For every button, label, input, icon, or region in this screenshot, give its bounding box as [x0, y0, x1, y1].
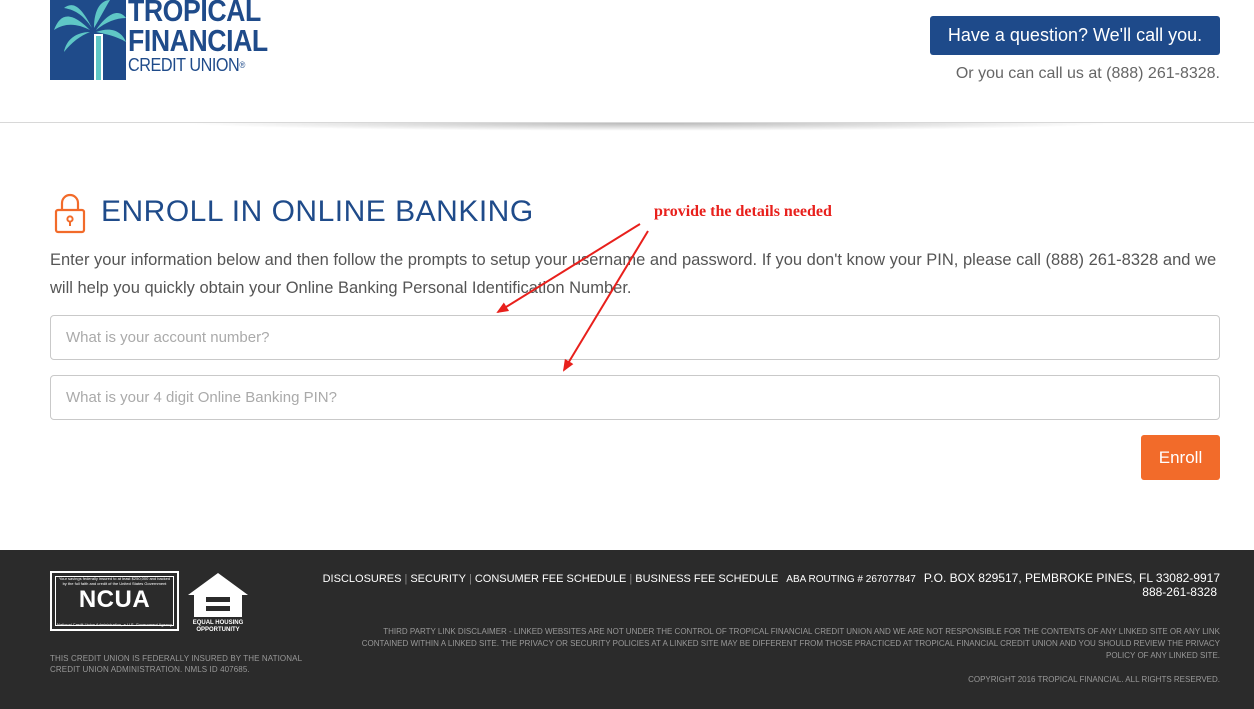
link-separator: | — [629, 573, 633, 585]
disclosures-link[interactable]: DISCLOSURES — [323, 573, 402, 585]
footer-links: DISCLOSURES | SECURITY | CONSUMER FEE SCHEDU… — [323, 571, 1220, 585]
page-title: ENROLL IN ONLINE BANKING — [101, 195, 534, 228]
palm-tree-icon — [50, 0, 126, 80]
pin-input[interactable] — [50, 375, 1220, 420]
registered-mark: ® — [239, 60, 245, 70]
logo-line-2: FINANCIAL — [128, 23, 268, 58]
logo-wordmark: TROPICAL FINANCIAL CREDIT UNION® — [128, 0, 291, 75]
ncua-wordmark: NCUA — [78, 586, 151, 613]
call-me-button[interactable]: Have a question? We'll call you. — [930, 16, 1220, 55]
equal-housing-label: EQUAL HOUSING OPPORTUNITY — [192, 620, 244, 633]
site-footer: Your savings federally insured to at lea… — [0, 550, 1254, 709]
logo-credit-union: CREDIT UNION — [128, 55, 240, 75]
enroll-button[interactable]: Enroll — [1141, 435, 1220, 480]
intro-text: Enter your information below and then fo… — [50, 251, 1217, 297]
annotation-label: provide the details needed — [654, 203, 832, 220]
security-link[interactable]: SECURITY — [410, 573, 466, 585]
federally-insured-text: THIS CREDIT UNION IS FEDERALLY INSURED B… — [50, 654, 302, 674]
ncua-badge[interactable]: Your savings federally insured to at lea… — [50, 571, 179, 631]
ncua-insured-text: Your savings federally insured to at lea… — [58, 576, 171, 586]
link-disclaimer: THIRD PARTY LINK DISCLAIMER - LINKED WEB… — [361, 627, 1220, 660]
link-separator: | — [404, 573, 408, 585]
site-header: TROPICAL FINANCIAL CREDIT UNION® Have a … — [0, 0, 1254, 123]
business-fee-schedule-link[interactable]: BUSINESS FEE SCHEDULE — [635, 573, 778, 585]
mailing-address: P.O. BOX 829517, PEMBROKE PINES, FL 3308… — [923, 571, 1220, 585]
header-shadow — [180, 123, 1120, 131]
lock-icon — [54, 192, 86, 234]
tropical-financial-logo[interactable]: TROPICAL FINANCIAL CREDIT UNION® — [50, 0, 268, 82]
footer-phone[interactable]: 888-261-8328 — [1142, 585, 1217, 599]
consumer-fee-schedule-link[interactable]: CONSUMER FEE SCHEDULE — [475, 573, 627, 585]
routing-number: ABA ROUTING # 267077847 — [786, 574, 916, 585]
copyright-text: COPYRIGHT 2016 TROPICAL FINANCIAL. ALL R… — [968, 675, 1220, 684]
ncua-agency-text: National Credit Union Administration, a … — [57, 622, 172, 627]
logo-line-3: CREDIT UNION® — [128, 55, 274, 75]
call-us-text: Or you can call us at (888) 261-8328. — [955, 65, 1220, 82]
link-separator: | — [468, 573, 472, 585]
account-number-input[interactable] — [50, 315, 1220, 360]
